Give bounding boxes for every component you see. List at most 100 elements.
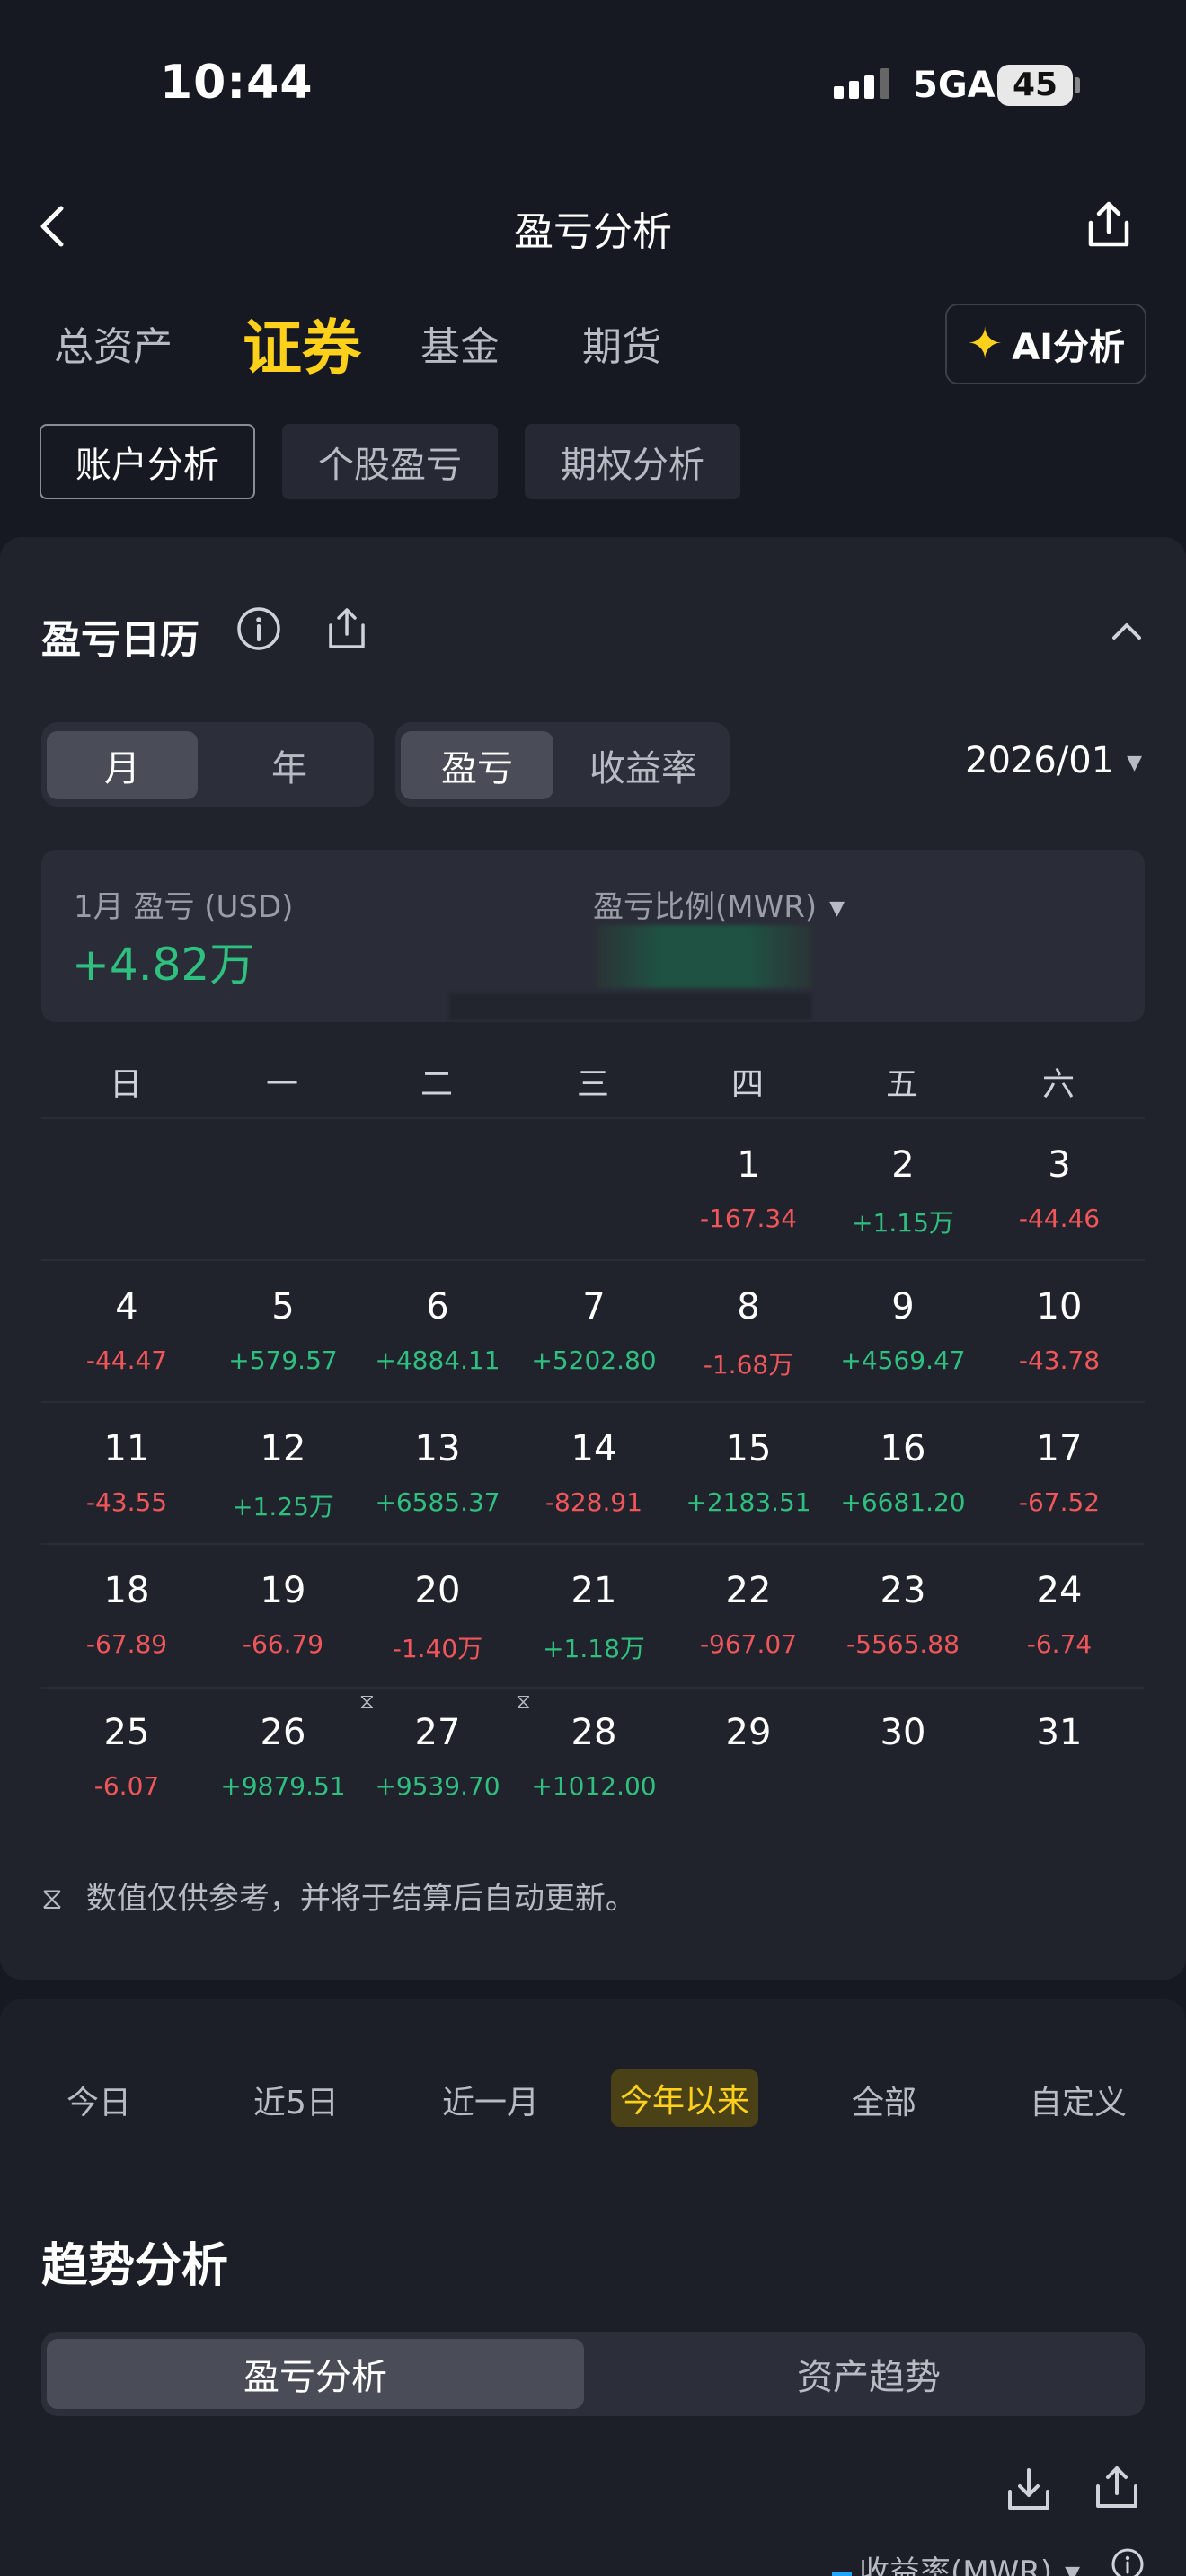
calendar-day[interactable]: 29	[672, 1712, 825, 1753]
day-number: 19	[260, 1570, 306, 1611]
toggle-pnl[interactable]: 盈亏	[401, 731, 553, 799]
weekday-sun: 日	[109, 1066, 142, 1103]
calendar-day[interactable]: 8 -1.68万	[672, 1286, 825, 1381]
info-icon[interactable]	[1111, 2547, 1145, 2576]
calendar-day[interactable]: 17 -67.52	[983, 1428, 1136, 1517]
period-ytd[interactable]: 今年以来	[611, 2069, 759, 2127]
calendar-day[interactable]: 15 +2183.51	[672, 1428, 825, 1517]
page-title: 盈亏分析	[514, 209, 672, 255]
legend-return-rate[interactable]: 收益率(MWR) ▼	[832, 2547, 1080, 2576]
tab-total-assets[interactable]: 总资产	[54, 314, 173, 372]
day-pnl-value: -44.47	[85, 1345, 168, 1375]
day-pnl-value: -67.52	[1018, 1487, 1101, 1517]
toggle-month[interactable]: 月	[47, 731, 198, 799]
calendar-day[interactable]: 21 +1.18万	[518, 1570, 670, 1665]
day-pnl-value: +9879.51	[220, 1771, 346, 1801]
hourglass-icon: ⧖	[359, 1689, 375, 1714]
calendar-day[interactable]: 7 +5202.80	[518, 1286, 670, 1375]
calendar-day[interactable]: 16 +6681.20	[827, 1428, 979, 1517]
day-number: 4	[115, 1286, 138, 1328]
day-number: 7	[582, 1286, 606, 1328]
month-value: 2026/01	[965, 740, 1115, 781]
battery-icon: 45	[997, 65, 1073, 106]
calendar-day[interactable]: 10 -43.78	[983, 1286, 1136, 1375]
period-all[interactable]: 全部	[852, 2077, 916, 2123]
day-number: 28	[571, 1712, 617, 1753]
ai-analysis-label: AI分析	[1012, 327, 1126, 368]
toggle-asset-trend[interactable]: 资产趋势	[598, 2339, 1139, 2409]
day-number: 1	[737, 1144, 760, 1186]
subtab-stock-pnl[interactable]: 个股盈亏	[282, 424, 498, 499]
day-number: 31	[1036, 1712, 1083, 1753]
month-selector[interactable]: 2026/01 ▼	[965, 740, 1142, 781]
day-pnl-value: -6.07	[93, 1771, 160, 1801]
trend-share-icon[interactable]	[1093, 2463, 1141, 2511]
calendar-share-icon[interactable]	[325, 605, 368, 652]
calendar-day[interactable]: 6 +4884.11	[361, 1286, 514, 1375]
period-5d[interactable]: 近5日	[253, 2077, 339, 2123]
toggle-year[interactable]: 年	[214, 731, 365, 799]
calendar-day[interactable]: 12 +1.25万	[207, 1428, 359, 1523]
period-1m[interactable]: 近一月	[442, 2077, 539, 2123]
battery-tip	[1075, 77, 1080, 93]
day-pnl-value: -6.74	[1026, 1629, 1093, 1659]
chevron-up-icon[interactable]	[1111, 616, 1143, 643]
summary-label: 1月 盈亏 (USD)	[74, 889, 294, 925]
day-pnl-value: +1.15万	[852, 1208, 954, 1238]
day-pnl-value: -967.07	[699, 1629, 798, 1659]
divider	[41, 1687, 1145, 1689]
toggle-return-rate[interactable]: 收益率	[562, 731, 724, 799]
weekday-sat: 六	[1041, 1066, 1075, 1103]
calendar-day[interactable]: 22 -967.07	[672, 1570, 825, 1659]
day-pnl-value: -43.55	[85, 1487, 168, 1517]
summary-value: +4.82万	[72, 939, 255, 991]
calendar-day[interactable]: 9 +4569.47	[827, 1286, 979, 1375]
calendar-day[interactable]: 23 -5565.88	[827, 1570, 979, 1659]
calendar-day[interactable]: 31	[983, 1712, 1136, 1753]
calendar-day[interactable]: 2 +1.15万	[827, 1144, 979, 1239]
calendar-day[interactable]: 11 -43.55	[50, 1428, 203, 1517]
trend-title: 趋势分析	[41, 2239, 229, 2293]
calendar-day[interactable]: 30	[827, 1712, 979, 1753]
tab-futures[interactable]: 期货	[582, 314, 661, 372]
calendar-day[interactable]: 14 -828.91	[518, 1428, 670, 1517]
calendar-day[interactable]: 19 -66.79	[207, 1570, 359, 1659]
calendar-day[interactable]: ⧖ 28 +1012.00	[516, 1689, 670, 1801]
day-number: 6	[426, 1286, 449, 1328]
tab-funds[interactable]: 基金	[420, 314, 500, 372]
day-pnl-value: -167.34	[699, 1204, 798, 1233]
divider	[41, 1401, 1145, 1403]
subtab-account-analysis[interactable]: 账户分析	[40, 424, 255, 499]
day-number: 3	[1048, 1144, 1071, 1186]
share-icon[interactable]	[1082, 198, 1136, 251]
day-number: 20	[414, 1570, 461, 1611]
calendar-day[interactable]: 1 -167.34	[672, 1144, 825, 1233]
calendar-day[interactable]: 26 +9879.51	[207, 1712, 359, 1801]
ratio-selector[interactable]: 盈亏比例(MWR) ▼	[593, 882, 845, 926]
tab-securities[interactable]: 证券	[243, 300, 361, 386]
calendar-day[interactable]: 13 +6585.37	[361, 1428, 514, 1517]
day-pnl-value: +9539.70	[375, 1771, 500, 1801]
toggle-pnl-analysis[interactable]: 盈亏分析	[47, 2339, 584, 2409]
calendar-day[interactable]: 20 -1.40万	[361, 1570, 514, 1665]
ratio-bar-blurred	[449, 993, 812, 1020]
info-icon[interactable]	[235, 605, 282, 652]
calendar-day[interactable]: 25 -6.07	[50, 1712, 203, 1801]
hourglass-icon: ⧖	[41, 1881, 63, 1917]
day-number: 24	[1036, 1570, 1083, 1611]
period-custom[interactable]: 自定义	[1030, 2077, 1127, 2123]
calendar-day[interactable]: 18 -67.89	[50, 1570, 203, 1659]
calendar-day[interactable]: 3 -44.46	[983, 1144, 1136, 1233]
calendar-day[interactable]: 4 -44.47	[50, 1286, 203, 1375]
caret-down-icon: ▼	[1127, 751, 1143, 774]
day-number: 21	[571, 1570, 617, 1611]
subtab-options-analysis[interactable]: 期权分析	[525, 424, 740, 499]
period-today[interactable]: 今日	[66, 2077, 131, 2123]
download-icon[interactable]	[1005, 2465, 1053, 2513]
calendar-day[interactable]: ⧖ 27 +9539.70	[359, 1689, 514, 1801]
calendar-day[interactable]: 5 +579.57	[207, 1286, 359, 1375]
day-pnl-value: -828.91	[544, 1487, 643, 1517]
ai-analysis-button[interactable]: ✦ AI分析	[945, 304, 1146, 384]
calendar-day[interactable]: 24 -6.74	[983, 1570, 1136, 1659]
day-pnl-value: +6681.20	[840, 1487, 966, 1517]
